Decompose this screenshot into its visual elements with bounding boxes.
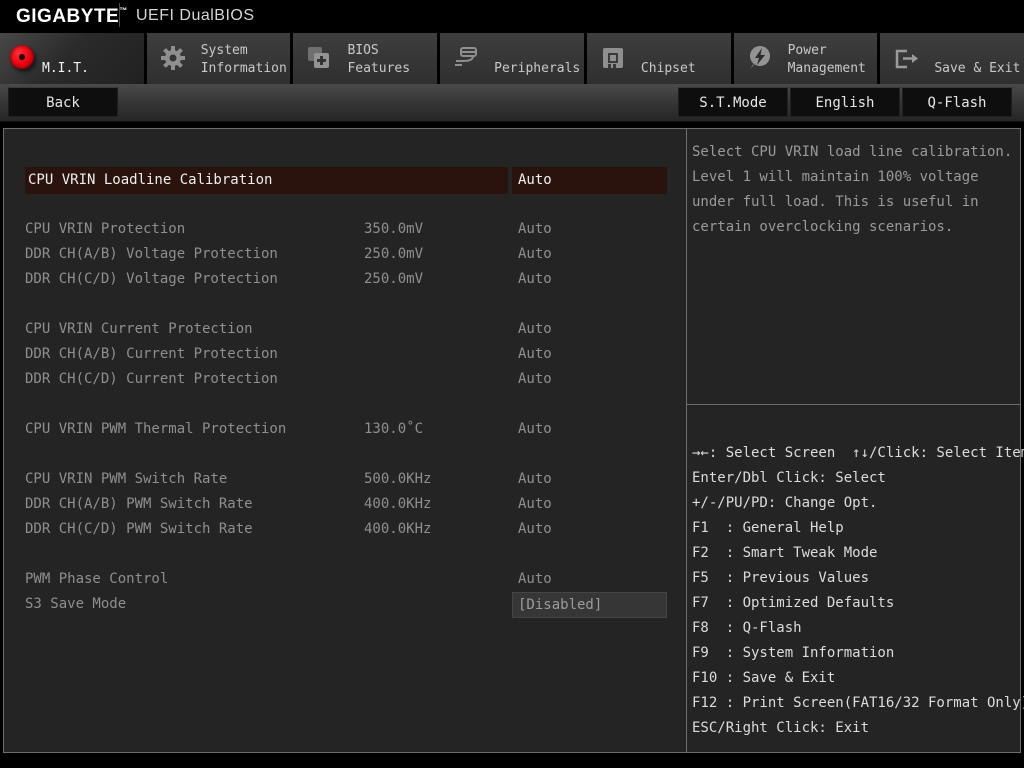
help-panel: Select CPU VRIN load line calibration. L… [687, 129, 1021, 405]
shortcut-line: F7 : Optimized Defaults [692, 591, 1021, 616]
chipset-icon [599, 44, 627, 72]
setting-label: CPU VRIN Current Protection [25, 317, 253, 342]
setting-value: Auto [518, 517, 552, 542]
setting-value: Auto [518, 217, 552, 242]
setting-reading: 250.0mV [364, 267, 423, 292]
peripherals-icon [452, 44, 480, 72]
setting-reading: 250.0mV [364, 242, 423, 267]
shortcuts-panel: →←: Select Screen ↑↓/Click: Select Item … [687, 406, 1021, 752]
setting-value: Auto [518, 267, 552, 292]
shortcut-line: F10 : Save & Exit [692, 666, 1021, 691]
setting-value: Auto [518, 567, 552, 592]
shortcut-line: ESC/Right Click: Exit [692, 716, 1021, 741]
help-text-line: under full load. This is useful in [692, 190, 1021, 215]
shortcut-line: F8 : Q-Flash [692, 616, 1021, 641]
setting-value[interactable]: Auto [512, 167, 667, 194]
setting-label: CPU VRIN PWM Switch Rate [25, 467, 227, 492]
gear-icon [159, 44, 187, 72]
firmware-title: UEFI DualBIOS [136, 7, 255, 25]
setting-value-dropdown[interactable]: [Disabled] [512, 592, 667, 618]
tab-save-exit[interactable]: Save & Exit [880, 33, 1024, 84]
setting-value: Auto [518, 467, 552, 492]
shortcut-line: F5 : Previous Values [692, 566, 1021, 591]
setting-reading: 130.0˚C [364, 417, 423, 442]
setting-reading: 400.0KHz [364, 517, 431, 542]
setting-label: DDR CH(C/D) Voltage Protection [25, 267, 278, 292]
setting-value: Auto [518, 342, 552, 367]
setting-label: CPU VRIN PWM Thermal Protection [25, 417, 286, 442]
setting-label: DDR CH(A/B) PWM Switch Rate [25, 492, 253, 517]
setting-reading: 500.0KHz [364, 467, 431, 492]
setting-reading: 400.0KHz [364, 492, 431, 517]
trademark: ™ [119, 6, 128, 15]
content-area: CPU VRIN Loadline Calibration Auto CPU V… [3, 128, 1021, 753]
shortcut-line: F9 : System Information [692, 641, 1021, 666]
setting-label: PWM Phase Control [25, 567, 168, 592]
back-button[interactable]: Back [8, 87, 118, 117]
setting-label: DDR CH(A/B) Voltage Protection [25, 242, 278, 267]
setting-label: S3 Save Mode [25, 592, 126, 617]
help-text-line: Level 1 will maintain 100% voltage [692, 165, 1021, 190]
save-exit-icon [892, 44, 920, 72]
header-divider [119, 3, 120, 27]
tab-peripherals[interactable]: Peripherals [440, 33, 584, 84]
gigabyte-logo: GIGABYTE™ [16, 6, 128, 28]
setting-value: Auto [518, 417, 552, 442]
shortcut-line: F1 : General Help [692, 516, 1021, 541]
bios-screen: GIGABYTE™ UEFI DualBIOS M.I.T. [0, 0, 1024, 768]
help-text-line: certain overclocking scenarios. [692, 215, 1021, 240]
tab-power-management[interactable]: Power Management [734, 33, 878, 84]
bios-chip-icon [305, 44, 333, 72]
power-bolt-icon [746, 44, 774, 72]
language-button[interactable]: English [790, 87, 900, 117]
setting-value: Auto [518, 367, 552, 392]
setting-value: Auto [518, 492, 552, 517]
setting-value: Auto [518, 317, 552, 342]
tab-bar: M.I.T. System Information [0, 30, 1024, 84]
st-mode-button[interactable]: S.T.Mode [678, 87, 788, 117]
setting-reading: 350.0mV [364, 217, 423, 242]
toolbar: Back S.T.Mode English Q-Flash [0, 84, 1024, 122]
red-dial-icon [10, 45, 34, 69]
shortcut-line: Enter/Dbl Click: Select [692, 466, 1021, 491]
top-bar: GIGABYTE™ UEFI DualBIOS [0, 0, 1024, 30]
setting-label: DDR CH(A/B) Current Protection [25, 342, 278, 367]
tab-system-information[interactable]: System Information [147, 33, 291, 84]
tab-bios-features[interactable]: BIOS Features [293, 33, 437, 84]
shortcut-line: →←: Select Screen ↑↓/Click: Select Item [692, 441, 1021, 466]
q-flash-button[interactable]: Q-Flash [902, 87, 1012, 117]
setting-label: DDR CH(C/D) PWM Switch Rate [25, 517, 253, 542]
setting-label: DDR CH(C/D) Current Protection [25, 367, 278, 392]
shortcut-line: +/-/PU/PD: Change Opt. [692, 491, 1021, 516]
shortcut-line: F12 : Print Screen(FAT16/32 Format Only) [692, 691, 1021, 716]
help-text-line: Select CPU VRIN load line calibration. [692, 140, 1021, 165]
setting-label: CPU VRIN Protection [25, 217, 185, 242]
tab-mit[interactable]: M.I.T. [0, 33, 144, 84]
shortcut-line: F2 : Smart Tweak Mode [692, 541, 1021, 566]
setting-label: CPU VRIN Loadline Calibration [25, 167, 508, 194]
setting-value: Auto [518, 242, 552, 267]
tab-chipset[interactable]: Chipset [587, 33, 731, 84]
